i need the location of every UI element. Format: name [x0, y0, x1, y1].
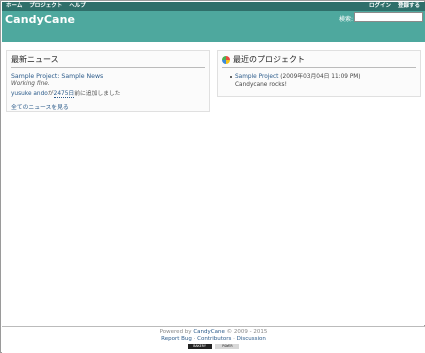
page-frame: ホーム プロジェクト ヘルプ ログイン 登録する CandyCane 検索: 最…: [0, 0, 425, 353]
report-bug-link[interactable]: Report Bug: [161, 336, 192, 342]
footer-powered-by: Powered by: [159, 329, 192, 335]
footer-separator: ·: [193, 336, 196, 342]
menu-home-link[interactable]: ホーム: [6, 3, 22, 9]
news-heading: 最新ニュース: [11, 54, 205, 68]
project-icon: [222, 55, 230, 64]
footer-years: © 2009 - 2015: [226, 329, 268, 335]
news-item-summary: Working fine.: [11, 81, 50, 87]
news-author-link[interactable]: yusuke ando: [11, 91, 48, 97]
footer-powered-line: Powered by CandyCane © 2009 - 2015: [2, 329, 425, 336]
top-menu: ホーム プロジェクト ヘルプ ログイン 登録する: [2, 2, 425, 11]
news-author-mid: が: [47, 91, 54, 97]
all-news-link[interactable]: 全てのニュースを見る: [11, 102, 205, 111]
news-box: 最新ニュース Sample Project: Sample News Worki…: [6, 50, 210, 112]
news-item-title-link[interactable]: Sample Project: Sample News: [11, 73, 205, 80]
footer: Powered by CandyCane © 2009 - 2015 Repor…: [2, 326, 425, 353]
register-link[interactable]: 登録する: [398, 3, 420, 9]
news-item-meta: yusuke andoが2475日前に追加しました: [11, 88, 205, 98]
project-date: (2009年03月04日 11:09 PM): [280, 74, 361, 80]
discussion-link[interactable]: Discussion: [237, 336, 266, 342]
news-time-ago-link[interactable]: 2475日: [53, 91, 75, 98]
projects-heading-row: 最近のプロジェクト: [222, 54, 416, 68]
power-badge[interactable]: POWER: [215, 344, 240, 349]
top-menu-left: ホーム プロジェクト ヘルプ: [6, 2, 91, 11]
footer-separator: ·: [233, 336, 235, 342]
projects-box: 最近のプロジェクト Sample Project (2009年03月04日 11…: [217, 50, 421, 97]
news-author-suffix: 前に追加しました: [74, 91, 121, 97]
header: CandyCane 検索:: [2, 11, 425, 42]
project-list: Sample Project (2009年03月04日 11:09 PM) Ca…: [222, 73, 416, 89]
menu-help-link[interactable]: ヘルプ: [69, 3, 86, 9]
project-description: Candycane rocks!: [235, 82, 287, 88]
contributors-link[interactable]: Contributors: [197, 336, 231, 342]
menu-projects-link[interactable]: プロジェクト: [29, 3, 62, 9]
login-link[interactable]: ログイン: [369, 3, 391, 9]
project-list-item: Sample Project (2009年03月04日 11:09 PM) Ca…: [230, 73, 416, 89]
main-content: 最新ニュース Sample Project: Sample News Worki…: [2, 42, 425, 325]
footer-product-link[interactable]: CandyCane: [193, 329, 225, 335]
search-input[interactable]: [354, 12, 423, 22]
app-title[interactable]: CandyCane: [5, 13, 75, 26]
footer-links: Report Bug · Contributors · Discussion: [2, 336, 425, 343]
project-name-link[interactable]: Sample Project: [235, 74, 278, 80]
projects-heading: 最近のプロジェクト: [233, 55, 305, 64]
bakery-badge[interactable]: BAKERY: [187, 344, 212, 349]
top-menu-right: ログイン 登録する: [364, 2, 420, 11]
footer-badges: BAKERY POWER: [2, 344, 425, 351]
search-label: 検索:: [339, 16, 354, 23]
